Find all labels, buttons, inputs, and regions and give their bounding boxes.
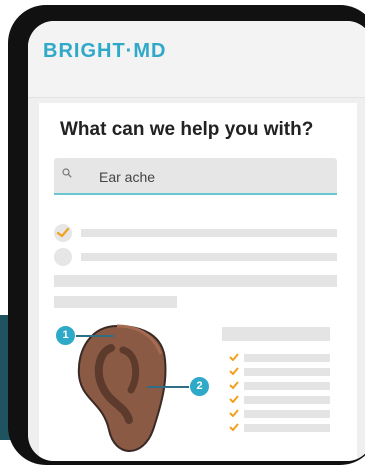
search-input[interactable]: Ear ache xyxy=(54,158,337,195)
brand-logo: BRIGHT·MD xyxy=(43,40,167,62)
phone-frame: BRIGHT·MD What can we help you with? Ear… xyxy=(8,5,365,465)
check-icon xyxy=(56,227,70,238)
text-placeholder xyxy=(54,296,177,308)
app-header: BRIGHT·MD xyxy=(28,21,365,98)
check-icon xyxy=(229,423,239,431)
checklist-item-placeholder xyxy=(244,368,330,376)
ear-icon xyxy=(77,324,167,452)
checklist-item-placeholder xyxy=(244,382,330,390)
option-text-placeholder xyxy=(81,253,337,261)
marker-2[interactable]: 2 xyxy=(189,376,210,397)
checklist-item-placeholder xyxy=(244,424,330,432)
app-screen: BRIGHT·MD What can we help you with? Ear… xyxy=(28,21,365,461)
check-icon xyxy=(229,409,239,417)
checklist-item-placeholder xyxy=(244,396,330,404)
checklist-item-placeholder xyxy=(244,410,330,418)
option-text-placeholder xyxy=(81,229,337,237)
check-icon xyxy=(229,381,239,389)
main-panel: What can we help you with? Ear ache 1 2 xyxy=(39,103,357,461)
marker-line-2 xyxy=(147,386,191,388)
marker-line-1 xyxy=(74,335,114,337)
check-icon xyxy=(229,395,239,403)
search-value: Ear ache xyxy=(99,169,156,185)
marker-1[interactable]: 1 xyxy=(55,325,76,346)
check-icon xyxy=(229,353,239,361)
page-title: What can we help you with? xyxy=(60,119,314,140)
option-radio[interactable] xyxy=(54,248,72,266)
checklist-item-placeholder xyxy=(244,354,330,362)
checklist-heading-placeholder xyxy=(222,327,330,341)
text-placeholder xyxy=(54,275,337,287)
option-radio-selected[interactable] xyxy=(54,224,72,242)
search-icon xyxy=(62,168,72,178)
check-icon xyxy=(229,367,239,375)
